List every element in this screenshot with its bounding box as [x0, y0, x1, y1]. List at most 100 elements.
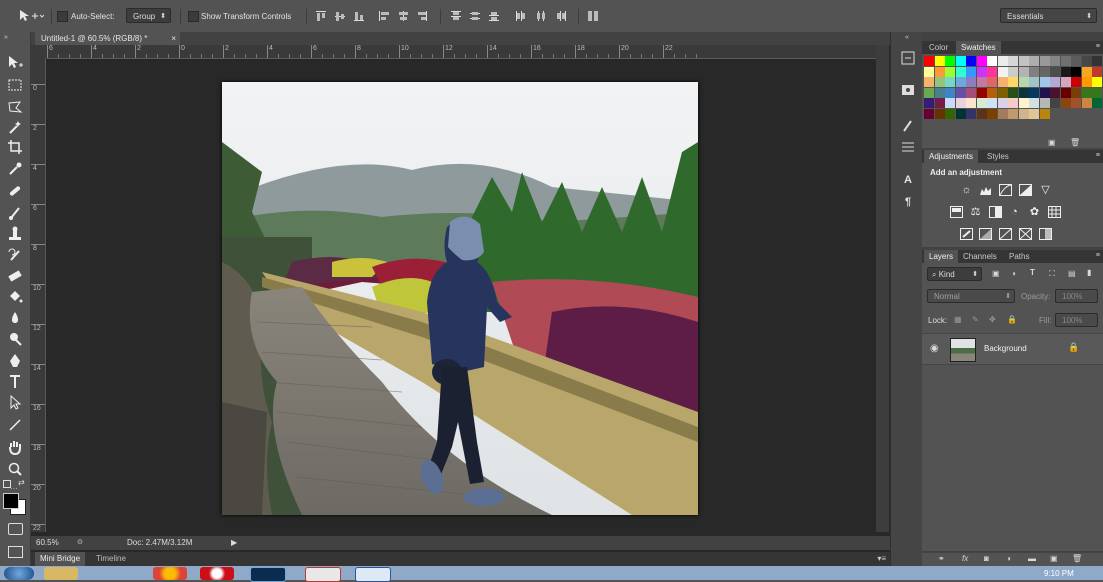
close-tab-icon[interactable]: × [171, 32, 176, 45]
color-swatch[interactable] [1092, 98, 1102, 108]
color-swatch[interactable] [945, 109, 955, 119]
taskbar-chrome-icon[interactable] [153, 567, 187, 580]
color-swatch[interactable] [935, 67, 945, 77]
show-transform-controls-checkbox[interactable] [188, 11, 199, 22]
dock-collapse-icon[interactable]: « [905, 34, 909, 41]
healing-brush-tool-icon[interactable] [6, 182, 24, 200]
color-swatch[interactable] [987, 77, 997, 87]
color-swatch[interactable] [977, 77, 987, 87]
color-swatch[interactable] [924, 88, 934, 98]
zoom-level[interactable]: 60.5% [36, 538, 59, 547]
color-swatch[interactable] [977, 88, 987, 98]
clone-stamp-tool-icon[interactable] [6, 225, 24, 243]
gradient-map-icon[interactable] [1039, 228, 1052, 240]
start-button[interactable] [4, 567, 34, 580]
tab-adjustments[interactable]: Adjustments [924, 150, 978, 163]
color-swatch[interactable] [924, 77, 934, 87]
distribute-top-icon[interactable] [450, 10, 462, 22]
line-shape-tool-icon[interactable] [6, 416, 24, 434]
color-swatch[interactable] [966, 88, 976, 98]
color-swatch[interactable] [987, 88, 997, 98]
tab-paths[interactable]: Paths [1004, 250, 1034, 263]
color-swatch[interactable] [1019, 67, 1029, 77]
blend-mode-dropdown[interactable]: Normal ⬍ [927, 289, 1015, 303]
color-swatch[interactable] [1092, 88, 1102, 98]
pen-tool-icon[interactable] [6, 352, 24, 370]
panel-menu-icon[interactable]: ≡ [1096, 152, 1100, 159]
color-balance-icon[interactable]: ⚖ [969, 206, 982, 218]
color-swatch[interactable] [1029, 88, 1039, 98]
vertical-ruler[interactable]: 0246810121416182022 [31, 58, 46, 532]
color-swatch[interactable] [1008, 56, 1018, 66]
horizontal-ruler[interactable]: 6420246810121416182022 [47, 45, 876, 59]
workspace-switcher[interactable]: Essentials ⬍ [1000, 8, 1097, 23]
color-swatch[interactable] [1082, 67, 1092, 77]
opacity-field[interactable]: 100% [1055, 289, 1098, 303]
swap-colors-icon[interactable]: ⇄ [18, 478, 25, 487]
align-top-edges-icon[interactable] [315, 10, 327, 22]
tab-swatches[interactable]: Swatches [956, 41, 1001, 54]
color-swatch[interactable] [998, 109, 1008, 119]
brightness-contrast-icon[interactable]: ☼ [960, 184, 973, 196]
lock-position-icon[interactable]: ✥ [989, 315, 996, 324]
layer-style-fx-icon[interactable]: fx [962, 554, 968, 563]
distribute-bottom-icon[interactable] [488, 10, 500, 22]
color-swatch[interactable] [1040, 98, 1050, 108]
color-swatch[interactable] [1008, 77, 1018, 87]
color-swatch[interactable] [1061, 67, 1071, 77]
color-lookup-icon[interactable] [1048, 206, 1061, 218]
visibility-eye-icon[interactable]: ◉ [930, 343, 939, 354]
color-swatch[interactable] [935, 77, 945, 87]
history-brush-tool-icon[interactable] [6, 246, 24, 264]
history-panel-icon[interactable] [899, 50, 917, 66]
color-swatch[interactable] [1071, 98, 1081, 108]
brush-panel-icon[interactable] [899, 117, 917, 133]
color-swatch[interactable] [935, 88, 945, 98]
color-swatch[interactable] [945, 77, 955, 87]
auto-align-layers-icon[interactable] [587, 10, 599, 22]
align-left-edges-icon[interactable] [378, 10, 390, 22]
paragraph-panel-icon[interactable]: ¶ [899, 194, 917, 210]
tab-channels[interactable]: Channels [958, 250, 1002, 263]
screen-mode-icon[interactable] [8, 546, 23, 558]
color-swatch[interactable] [966, 56, 976, 66]
link-layers-icon[interactable]: ⚭ [938, 554, 945, 563]
color-swatch[interactable] [956, 109, 966, 119]
lasso-tool-icon[interactable] [6, 98, 24, 116]
exposure-icon[interactable] [1019, 184, 1032, 196]
color-swatch[interactable] [935, 56, 945, 66]
color-swatch[interactable] [998, 77, 1008, 87]
color-swatch[interactable] [977, 109, 987, 119]
move-tool-preset-icon[interactable] [18, 9, 44, 23]
paint-bucket-tool-icon[interactable] [6, 288, 24, 306]
color-swatch[interactable] [956, 77, 966, 87]
delete-swatch-icon[interactable]: 🗑 [1070, 138, 1080, 147]
toolbox-collapse-icon[interactable]: » [4, 34, 8, 41]
delete-layer-icon[interactable]: 🗑 [1072, 554, 1082, 563]
color-swatch[interactable] [1071, 56, 1081, 66]
marquee-tool-icon[interactable] [6, 76, 24, 94]
vibrance-icon[interactable] [950, 206, 963, 218]
color-swatch[interactable] [1029, 109, 1039, 119]
taskbar-clock[interactable]: 9:10 PM [1044, 569, 1074, 578]
path-selection-tool-icon[interactable] [6, 394, 24, 412]
tab-timeline[interactable]: Timeline [91, 552, 131, 566]
color-swatch[interactable] [956, 98, 966, 108]
color-swatch[interactable] [977, 56, 987, 66]
color-swatch[interactable] [1082, 98, 1092, 108]
color-swatch[interactable] [998, 67, 1008, 77]
color-swatch[interactable] [1040, 109, 1050, 119]
color-swatch[interactable] [1061, 88, 1071, 98]
distribute-vertical-centers-icon[interactable] [469, 10, 481, 22]
auto-select-checkbox[interactable] [57, 11, 68, 22]
color-swatch[interactable] [1019, 98, 1029, 108]
taskbar-opera-icon[interactable] [200, 567, 234, 580]
color-swatch[interactable] [987, 98, 997, 108]
threshold-icon[interactable] [999, 228, 1012, 240]
color-swatch[interactable] [945, 98, 955, 108]
properties-panel-icon[interactable] [899, 82, 917, 98]
distribute-right-icon[interactable] [555, 10, 567, 22]
color-swatch[interactable] [1071, 77, 1081, 87]
levels-icon[interactable] [979, 184, 992, 196]
color-swatch[interactable] [1071, 88, 1081, 98]
